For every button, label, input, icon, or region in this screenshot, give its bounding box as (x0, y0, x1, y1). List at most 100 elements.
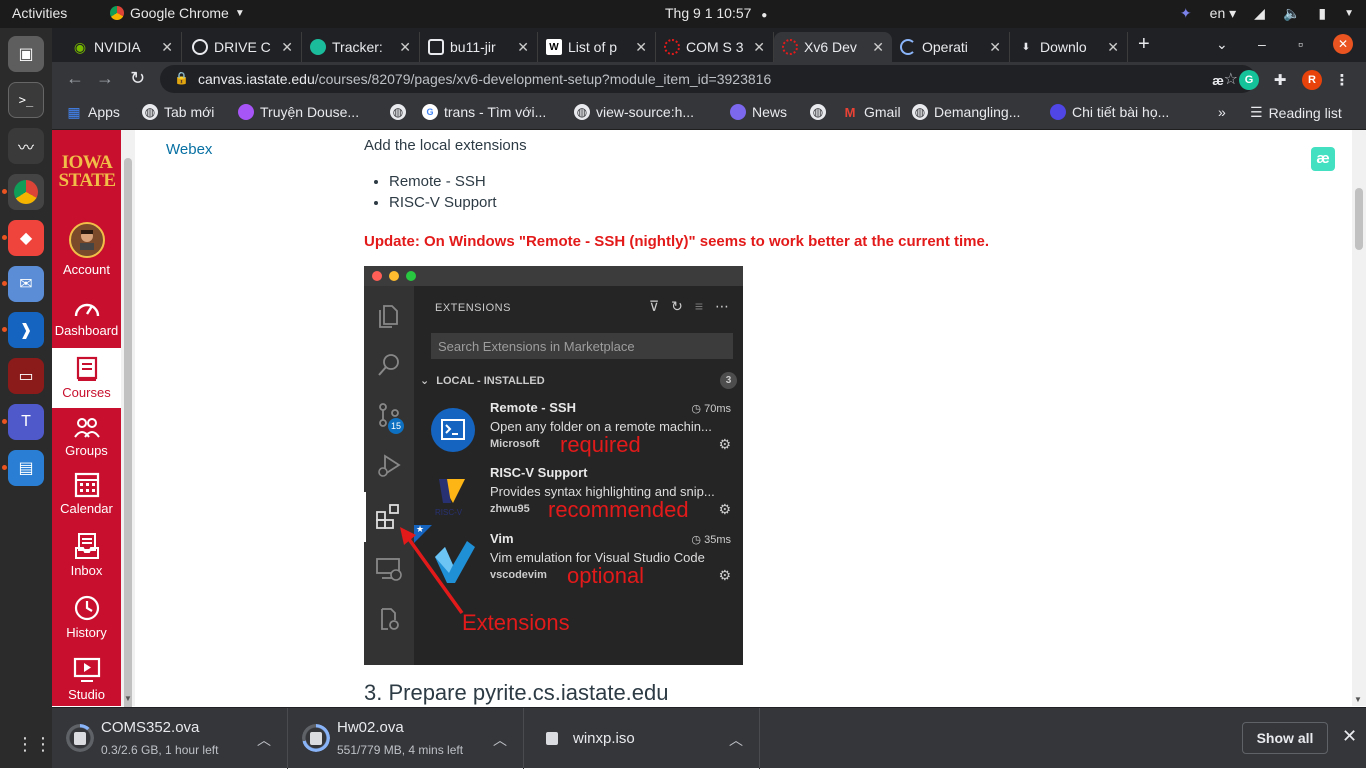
close-window-button[interactable]: ✕ (1333, 34, 1353, 54)
profile-avatar[interactable]: R (1302, 70, 1322, 90)
close-tab-icon[interactable]: ✕ (399, 39, 411, 56)
dictionary-helper-icon[interactable]: æ (1311, 147, 1335, 171)
iowa-state-logo[interactable]: IOWA STATE (58, 153, 117, 190)
bookmark-item[interactable]: Truyện Douse... (238, 104, 359, 120)
close-tab-icon[interactable]: ✕ (281, 39, 293, 56)
writer-app-icon[interactable]: ▤ (2, 450, 44, 486)
teams-app-icon[interactable]: T (2, 404, 44, 440)
clock[interactable]: Thg 9 1 10:57 ● (665, 5, 767, 21)
remote-desktop-icon[interactable]: ▭ (8, 358, 44, 394)
close-tab-icon[interactable]: ✕ (161, 39, 173, 56)
tab-7[interactable]: Xv6 Dev ✕ (774, 32, 892, 62)
extension-item-riscv[interactable]: RISC-V RISC-V Support Provides syntax hi… (414, 465, 743, 529)
grammarly-icon[interactable]: G (1239, 70, 1259, 90)
forward-button[interactable]: → (96, 68, 114, 89)
activities-button[interactable]: Activities (12, 5, 67, 21)
scroll-down-arrow-icon[interactable]: ▼ (1354, 695, 1362, 704)
scrollbar-thumb[interactable] (124, 158, 132, 728)
more-bookmarks-chevron[interactable]: » (1218, 104, 1226, 120)
tab-9[interactable]: ⬇ Downlo ✕ (1010, 32, 1128, 62)
download-item[interactable]: COMS352.ova 0.3/2.6 GB, 1 hour left ︿ (52, 708, 288, 769)
nav-courses[interactable]: Courses (52, 348, 121, 408)
refresh-icon[interactable]: ↻ (671, 298, 683, 315)
nav-inbox[interactable]: Inbox (52, 532, 121, 590)
tab-6[interactable]: COM S 3 ✕ (656, 32, 774, 62)
chevron-up-icon[interactable]: ︿ (257, 730, 271, 750)
gear-icon[interactable]: ⚙ (718, 436, 731, 453)
bookmark-item[interactable]: ◍ view-source:h... (574, 104, 694, 120)
maximize-button[interactable]: ▫ (1298, 36, 1303, 52)
chrome-menu-icon[interactable]: ⋮ (1332, 70, 1352, 90)
nav-calendar[interactable]: Calendar (52, 470, 121, 528)
terminal-app-icon[interactable]: >_ (8, 82, 44, 118)
close-tab-icon[interactable]: ✕ (872, 39, 884, 56)
nav-dashboard[interactable]: Dashboard (52, 296, 121, 352)
left-scroll-down-arrow-icon[interactable]: ▼ (124, 694, 132, 703)
tab-5[interactable]: W List of p ✕ (538, 32, 656, 62)
language-indicator[interactable]: en ▾ (1210, 5, 1237, 22)
tab-3[interactable]: Tracker: ✕ (302, 32, 420, 62)
close-tab-icon[interactable]: ✕ (989, 39, 1001, 56)
bookmark-item[interactable]: ◍ (810, 104, 826, 120)
more-actions-icon[interactable]: ⋯ (715, 298, 729, 315)
download-item[interactable]: Hw02.ova 551/779 MB, 4 mins left ︿ (288, 708, 524, 769)
tab-8[interactable]: Operati ✕ (892, 32, 1010, 62)
close-shelf-button[interactable]: ✕ (1342, 726, 1357, 747)
extension-item-remote-ssh[interactable]: Remote - SSH ◷ 70ms Open any folder on a… (414, 400, 743, 464)
page-scrollbar[interactable]: ▼ (1352, 130, 1366, 706)
red-arrow-annotation (400, 527, 464, 615)
gear-icon[interactable]: ⚙ (718, 501, 731, 518)
nav-studio[interactable]: Studio (52, 656, 121, 706)
tab-1[interactable]: ◉ NVIDIA ✕ (64, 32, 182, 62)
system-monitor-icon[interactable]: 〰 (8, 128, 44, 164)
chevron-up-icon[interactable]: ︿ (729, 730, 743, 750)
address-bar[interactable]: 🔒 canvas.iastate.edu/courses/82079/pages… (160, 65, 1256, 93)
dictionary-extension-icon[interactable]: æ (1208, 70, 1228, 90)
nav-groups[interactable]: Groups (52, 416, 121, 472)
system-menu-caret-icon[interactable]: ▼ (1344, 8, 1354, 19)
app-menu[interactable]: Google Chrome ▼ (110, 5, 245, 21)
gear-icon[interactable]: ⚙ (718, 567, 731, 584)
clear-icon[interactable]: ≡ (695, 298, 703, 315)
reading-list-button[interactable]: ☰ Reading list (1250, 104, 1342, 121)
bookmark-item[interactable]: ◍ (390, 104, 406, 120)
bookmark-item[interactable]: ▦ Apps (66, 104, 120, 121)
nav-history[interactable]: History (52, 594, 121, 652)
mail-app-icon[interactable]: ✉ (2, 266, 44, 302)
close-tab-icon[interactable]: ✕ (753, 39, 765, 56)
files-app-icon[interactable]: ▣ (8, 36, 44, 72)
nav-account[interactable]: Account (52, 222, 121, 280)
installed-section-header[interactable]: ⌄ LOCAL - INSTALLED 3 (420, 372, 737, 389)
teams-tray-icon[interactable]: ✦ (1180, 5, 1192, 22)
chevron-up-icon[interactable]: ︿ (493, 730, 507, 750)
bookmark-item[interactable]: News (730, 104, 787, 120)
scrollbar-thumb[interactable] (1355, 188, 1363, 250)
extensions-search-input[interactable]: Search Extensions in Marketplace (431, 333, 733, 359)
show-all-button[interactable]: Show all (1242, 722, 1328, 754)
bookmark-item[interactable]: Chi tiết bài họ... (1050, 104, 1169, 120)
back-button[interactable]: ← (66, 68, 84, 89)
minimize-button[interactable]: – (1258, 36, 1266, 52)
system-tray[interactable]: ✦ en ▾ ◢ 🔈 ▮ ▼ (1180, 5, 1354, 22)
vscode-app-icon[interactable]: ❱ (2, 312, 44, 348)
filter-icon[interactable]: ⊽ (649, 298, 659, 315)
close-tab-icon[interactable]: ✕ (1107, 39, 1119, 56)
course-nav-webex[interactable]: Webex (166, 141, 212, 158)
tab-4[interactable]: bu11-jir ✕ (420, 32, 538, 62)
anydesk-icon[interactable]: ◆ (2, 220, 44, 256)
bookmark-item[interactable]: Gtrans - Tìm với... (422, 104, 546, 120)
extensions-puzzle-icon[interactable]: ✚ (1270, 70, 1290, 90)
close-tab-icon[interactable]: ✕ (517, 39, 529, 56)
bookmark-item[interactable]: M Gmail (842, 104, 901, 120)
download-item[interactable]: winxp.iso ︿ (524, 708, 760, 769)
new-tab-button[interactable]: + (1138, 33, 1150, 56)
close-tab-icon[interactable]: ✕ (635, 39, 647, 56)
tab-search-icon[interactable]: ⌄ (1216, 36, 1228, 53)
nav-scrollbar[interactable] (121, 130, 135, 728)
tab-2[interactable]: DRIVE C ✕ (184, 32, 302, 62)
chrome-dock-icon[interactable] (2, 174, 44, 210)
bookmark-item[interactable]: ◍ Demangling... (912, 104, 1020, 120)
lock-icon[interactable]: 🔒 (174, 71, 189, 85)
reload-button[interactable]: ↻ (130, 68, 145, 89)
bookmark-item[interactable]: ◍ Tab mới (142, 104, 214, 120)
